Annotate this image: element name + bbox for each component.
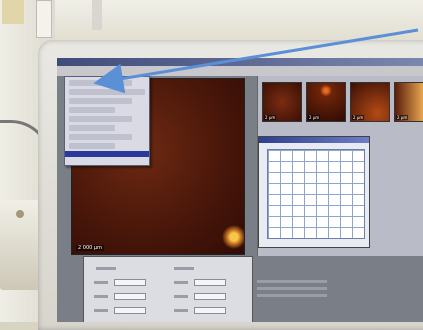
arrow-icon <box>93 28 419 94</box>
